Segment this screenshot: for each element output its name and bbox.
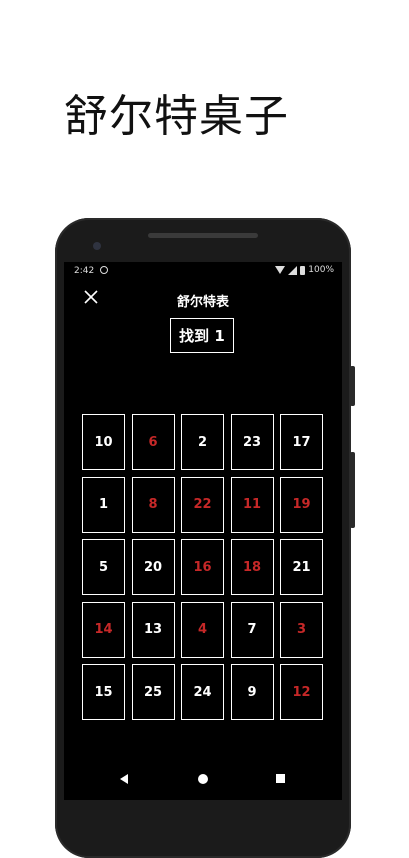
battery-level: 100% (308, 265, 334, 275)
grid-cell[interactable]: 10 (82, 414, 125, 470)
navigation-bar (64, 760, 342, 800)
grid-cell[interactable]: 11 (230, 476, 274, 533)
recents-icon[interactable] (276, 774, 285, 783)
promo-title: 舒尔特桌子 (64, 91, 289, 142)
front-camera (93, 242, 101, 250)
back-icon[interactable] (120, 774, 128, 784)
grid-cell[interactable]: 7 (230, 601, 274, 658)
grid-cell[interactable]: 25 (131, 664, 175, 720)
grid-cell[interactable]: 15 (82, 664, 125, 720)
grid-cell[interactable]: 24 (181, 664, 224, 720)
status-bar: 2:42 100% (64, 262, 342, 282)
speaker-grille (148, 233, 258, 238)
battery-icon (300, 265, 306, 275)
grid-cell[interactable]: 3 (280, 601, 323, 658)
home-icon[interactable] (198, 774, 208, 784)
grid-cell[interactable]: 22 (181, 476, 224, 533)
power-button (350, 452, 355, 528)
grid-cell[interactable]: 9 (230, 664, 274, 720)
phone-screen: 2:42 100% 舒尔特表 找到 1 10 6 2 23 17 1 8 22 11 19 5 20 1… (64, 262, 342, 800)
grid-cell[interactable]: 17 (280, 414, 323, 470)
grid-cell[interactable]: 6 (131, 414, 175, 470)
grid-cell[interactable]: 13 (131, 601, 175, 658)
status-icons: 100% (275, 265, 334, 275)
grid-cell[interactable]: 12 (280, 664, 323, 720)
schulte-grid: 10 6 2 23 17 1 8 22 11 19 5 20 16 18 21 14 13 4 7 3 15 25 24 9 1… (82, 414, 323, 720)
grid-cell[interactable]: 14 (82, 601, 125, 658)
grid-cell[interactable]: 4 (181, 601, 224, 658)
grid-cell[interactable]: 21 (280, 539, 323, 595)
grid-cell[interactable]: 19 (280, 476, 323, 533)
toolbar-title: 舒尔特表 (176, 295, 229, 310)
target-number-box: 找到 1 (170, 318, 234, 353)
status-time: 2:42 (74, 266, 95, 276)
grid-cell[interactable]: 16 (181, 539, 224, 595)
notification-app-icon (100, 266, 108, 274)
grid-cell[interactable]: 23 (230, 414, 274, 470)
grid-cell[interactable]: 5 (82, 539, 125, 595)
volume-button (350, 366, 355, 406)
signal-icon (288, 265, 298, 275)
wifi-icon (275, 266, 286, 274)
grid-cell[interactable]: 2 (181, 414, 224, 470)
grid-cell[interactable]: 20 (131, 539, 175, 595)
grid-cell[interactable]: 8 (131, 476, 175, 533)
grid-cell[interactable]: 1 (82, 476, 125, 533)
grid-cell[interactable]: 18 (230, 539, 274, 595)
